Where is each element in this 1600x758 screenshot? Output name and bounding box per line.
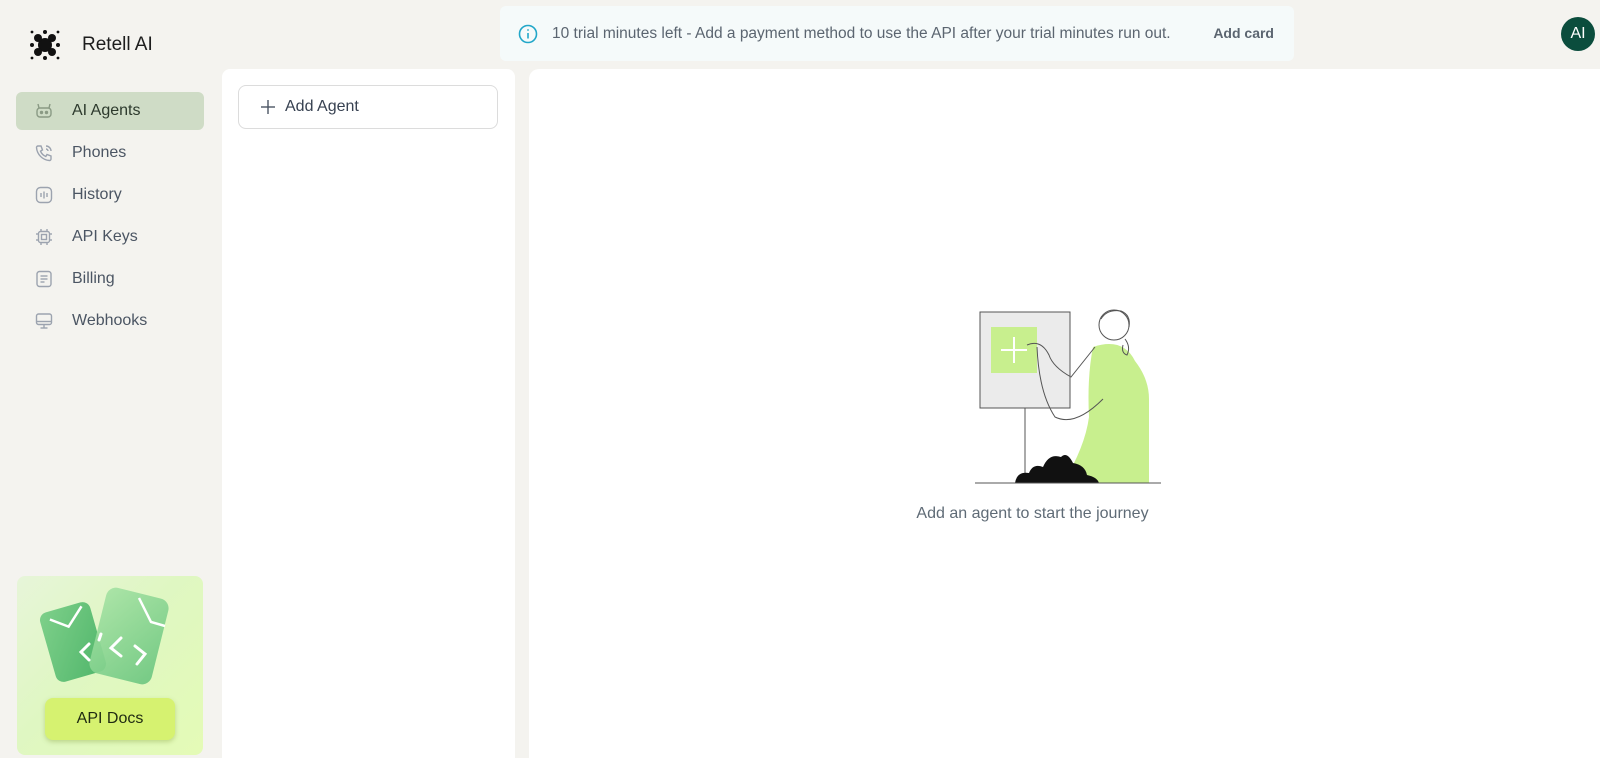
app-name: Retell AI (82, 34, 153, 55)
brand: Retell AI (28, 28, 153, 62)
empty-state-illustration (975, 309, 1161, 484)
robot-icon (34, 101, 54, 121)
add-agent-button[interactable]: Add Agent (238, 85, 498, 129)
sidebar-nav: AI Agents Phones History API Keys Billin… (16, 92, 204, 344)
phone-icon (34, 143, 54, 163)
chip-icon (34, 227, 54, 247)
sidebar-item-ai-agents[interactable]: AI Agents (16, 92, 204, 130)
sidebar-item-api-keys[interactable]: API Keys (16, 218, 204, 256)
sidebar-item-label: Billing (72, 270, 115, 287)
sidebar-item-billing[interactable]: Billing (16, 260, 204, 298)
add-card-button[interactable]: Add card (1213, 25, 1274, 41)
add-agent-label: Add Agent (285, 98, 359, 115)
sidebar-item-label: Webhooks (72, 312, 148, 329)
code-cards-illustration (39, 587, 169, 685)
sidebar-item-webhooks[interactable]: Webhooks (16, 302, 204, 340)
sidebar-item-phones[interactable]: Phones (16, 134, 204, 172)
sidebar-item-label: AI Agents (72, 102, 141, 119)
sidebar-item-label: Phones (72, 144, 127, 161)
main-panel: Add an agent to start the journey (529, 69, 1600, 758)
history-icon (34, 185, 54, 205)
api-docs-promo: API Docs (17, 576, 203, 755)
plus-icon (261, 100, 275, 114)
empty-state-text: Add an agent to start the journey (916, 505, 1149, 522)
api-docs-button[interactable]: API Docs (45, 698, 175, 740)
sidebar-item-label: History (72, 186, 122, 203)
retell-logo-icon (30, 30, 60, 60)
trial-message: 10 trial minutes left - Add a payment me… (552, 24, 1171, 42)
agent-list-panel: Add Agent (222, 69, 515, 758)
monitor-icon (34, 311, 54, 331)
info-icon (518, 24, 538, 43)
sidebar-item-history[interactable]: History (16, 176, 204, 214)
receipt-icon (34, 269, 54, 289)
sidebar-item-label: API Keys (72, 228, 138, 245)
trial-banner: 10 trial minutes left - Add a payment me… (500, 6, 1294, 61)
user-avatar[interactable]: AI (1561, 17, 1595, 51)
